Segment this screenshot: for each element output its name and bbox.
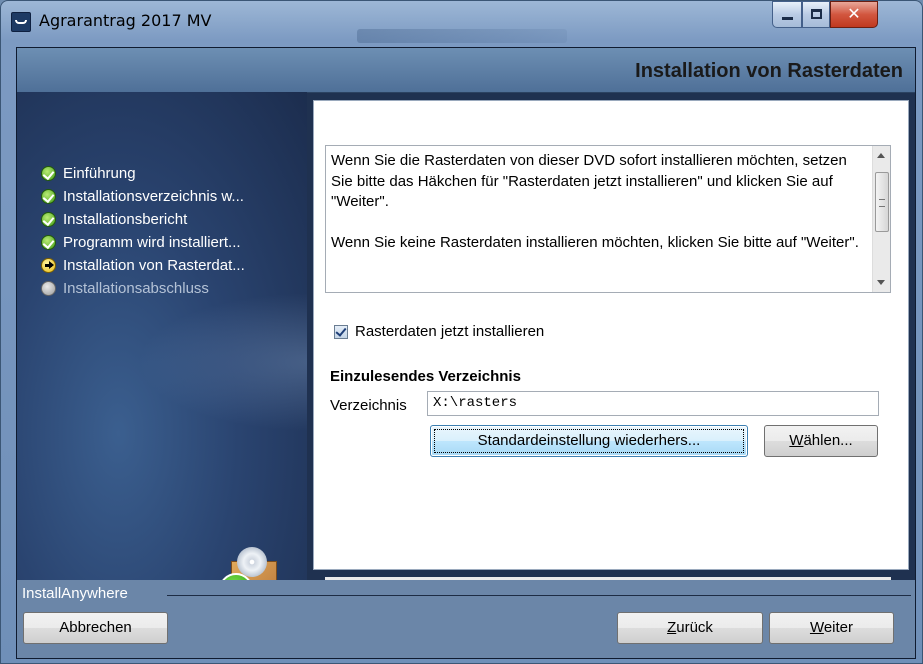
step-item: Installationsverzeichnis w... <box>41 185 245 208</box>
close-icon: ✕ <box>847 4 861 23</box>
choose-button[interactable]: Wählen... <box>764 425 878 457</box>
divider <box>167 595 911 596</box>
directory-input[interactable]: X:\rasters <box>427 391 879 416</box>
choose-label: ählen... <box>803 432 853 449</box>
scroll-down-icon[interactable] <box>877 280 885 285</box>
step-label: Einführung <box>63 165 136 182</box>
step-item: Programm wird installiert... <box>41 231 245 254</box>
maximize-button[interactable] <box>802 1 830 28</box>
brand-label: InstallAnywhere <box>22 585 128 602</box>
step-item: Einführung <box>41 162 245 185</box>
install-package-icon <box>215 547 277 580</box>
next-button[interactable]: Weiter <box>769 612 894 644</box>
page-title: Installation von Rasterdaten <box>635 60 903 82</box>
scroll-thumb[interactable] <box>875 172 889 232</box>
step-label: Installationsabschluss <box>63 280 209 297</box>
app-icon <box>11 12 31 32</box>
step-item: Installationsbericht <box>41 208 245 231</box>
close-button[interactable]: ✕ <box>830 1 878 28</box>
disc-icon <box>237 547 267 577</box>
grip-icon <box>879 199 885 207</box>
header-bar: Installation von Rasterdaten <box>17 48 915 93</box>
directory-label: Verzeichnis <box>330 397 407 414</box>
focus-rect <box>434 429 744 453</box>
check-icon <box>41 235 56 250</box>
check-icon <box>41 166 56 181</box>
back-mnemonic: Z <box>667 619 677 636</box>
step-label: Installationsbericht <box>63 211 188 228</box>
footer-bar: InstallAnywhere Abbrechen Zurück Weiter <box>17 580 915 658</box>
step-label: Installationsverzeichnis w... <box>63 188 244 205</box>
step-item-current: Installation von Rasterdat... <box>41 254 245 277</box>
check-icon <box>41 212 56 227</box>
step-item-pending: Installationsabschluss <box>41 277 245 300</box>
install-now-checkbox-row[interactable]: Rasterdaten jetzt installieren <box>334 323 544 340</box>
cancel-button[interactable]: Abbrechen <box>23 612 168 644</box>
window-title: Agrarantrag 2017 MV <box>39 11 212 30</box>
check-icon <box>41 189 56 204</box>
minimize-button[interactable] <box>772 1 802 28</box>
info-paragraph: Wenn Sie keine Rasterdaten installieren … <box>331 233 859 251</box>
section-title: Einzulesendes Verzeichnis <box>330 368 521 385</box>
choose-mnemonic: W <box>789 432 804 449</box>
step-label: Installation von Rasterdat... <box>63 257 245 274</box>
back-button[interactable]: Zurück <box>617 612 763 644</box>
steps-panel: Einführung Installationsverzeichnis w...… <box>17 92 307 580</box>
installer-window: Agrarantrag 2017 MV ✕ Installation von R… <box>0 0 923 664</box>
next-mnemonic: W <box>809 619 824 636</box>
steps-list: Einführung Installationsverzeichnis w...… <box>41 162 245 300</box>
next-label: eiter <box>823 619 854 636</box>
restore-default-button[interactable]: Standardeinstellung wiederhers... <box>430 425 748 457</box>
content-panel: Wenn Sie die Rasterdaten von dieser DVD … <box>313 100 909 594</box>
checkbox-label: Rasterdaten jetzt installieren <box>355 323 545 340</box>
circle-icon <box>41 281 56 296</box>
title-bar[interactable]: Agrarantrag 2017 MV ✕ <box>1 1 922 47</box>
background-window-ghost <box>357 29 567 43</box>
scroll-up-icon[interactable] <box>877 153 885 158</box>
step-label: Programm wird installiert... <box>63 234 241 251</box>
maximize-icon <box>811 9 822 19</box>
decorative-glow <box>137 292 307 432</box>
arrow-right-icon <box>41 258 56 273</box>
installer-client-area: Installation von Rasterdaten Einführung … <box>16 47 916 659</box>
vertical-scrollbar[interactable] <box>872 146 890 292</box>
minimize-icon <box>782 17 793 20</box>
back-label: urück <box>676 619 713 636</box>
install-now-checkbox[interactable] <box>334 324 348 339</box>
info-text-area[interactable]: Wenn Sie die Rasterdaten von dieser DVD … <box>325 145 891 293</box>
info-paragraph: Wenn Sie die Rasterdaten von dieser DVD … <box>331 152 847 210</box>
info-text: Wenn Sie die Rasterdaten von dieser DVD … <box>331 151 861 273</box>
